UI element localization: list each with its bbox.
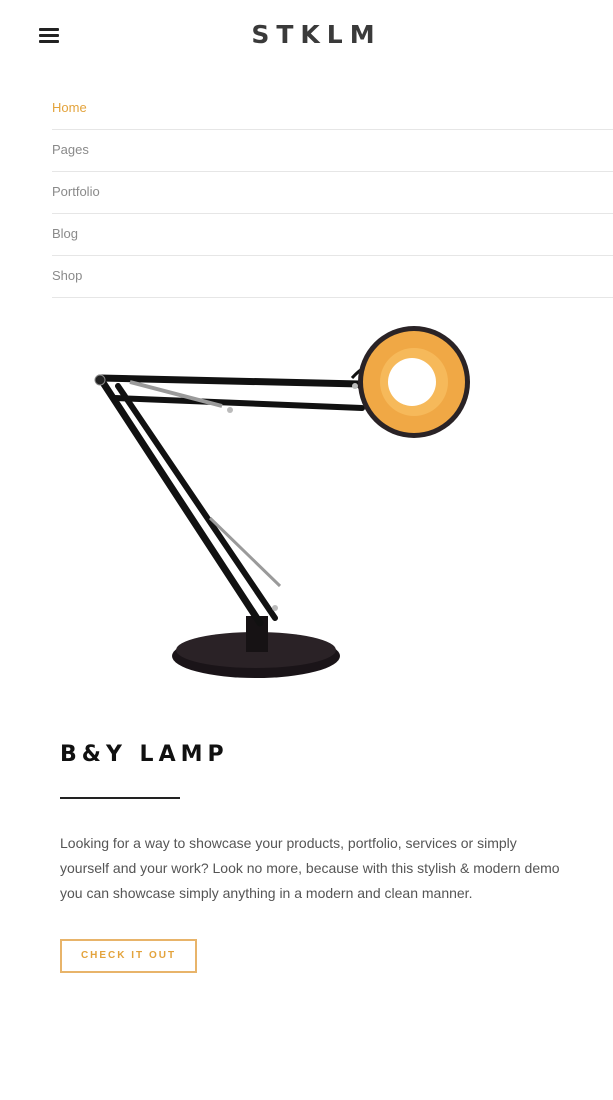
main-nav: Home Pages Portfolio Blog Shop <box>52 88 613 298</box>
product-title: B&Y LAMP <box>60 742 229 767</box>
nav-item-portfolio[interactable]: Portfolio <box>52 172 613 214</box>
nav-item-home[interactable]: Home <box>52 88 613 130</box>
check-it-out-button[interactable]: CHECK IT OUT <box>60 939 197 973</box>
nav-item-pages[interactable]: Pages <box>52 130 613 172</box>
site-logo[interactable]: STKLM <box>0 20 613 49</box>
desk-lamp-image <box>94 326 470 678</box>
title-divider <box>60 797 180 799</box>
nav-item-shop[interactable]: Shop <box>52 256 613 298</box>
site-header: STKLM <box>0 0 613 72</box>
product-description: Looking for a way to showcase your produ… <box>60 835 560 901</box>
nav-item-blog[interactable]: Blog <box>52 214 613 256</box>
